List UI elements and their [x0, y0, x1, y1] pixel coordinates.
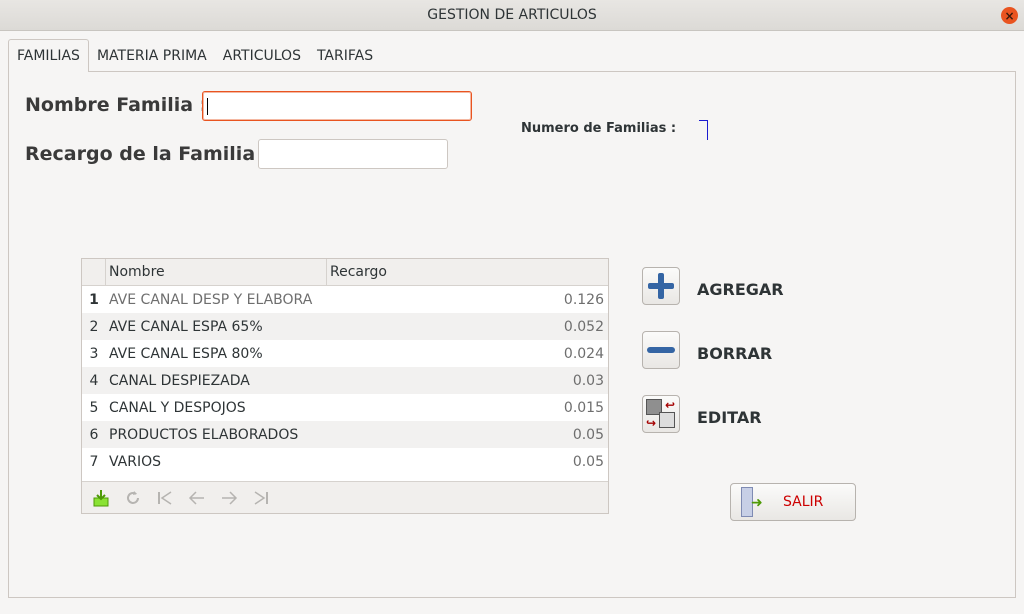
close-window-button[interactable]: × — [1001, 7, 1018, 24]
recargo-familia-input[interactable] — [258, 139, 448, 169]
minus-icon — [647, 347, 675, 353]
borrar-button[interactable] — [642, 331, 680, 369]
row-number: 5 — [89, 399, 99, 416]
last-record-icon[interactable] — [249, 486, 273, 510]
tab-bar: FAMILIAS MATERIA PRIMA ARTICULOS TARIFAS — [8, 39, 381, 72]
salir-label: SALIR — [783, 494, 824, 510]
numero-familias-label: Numero de Familias : — [521, 121, 677, 136]
cell-nombre[interactable]: CANAL DESPIEZADA — [106, 373, 327, 389]
cell-nombre[interactable]: AVE CANAL DESP Y ELABORA — [106, 292, 327, 308]
tab-articulos[interactable]: ARTICULOS — [215, 39, 309, 72]
title-bar: GESTION DE ARTICULOS × — [0, 0, 1024, 31]
cell-recargo[interactable]: 0.052 — [327, 319, 606, 335]
text-caret — [207, 98, 208, 115]
editar-button[interactable]: ↩ ↪ — [642, 395, 680, 433]
previous-record-icon[interactable] — [185, 486, 209, 510]
row-number: 1 — [89, 291, 99, 308]
tab-materia-prima[interactable]: MATERIA PRIMA — [89, 39, 215, 72]
cell-recargo[interactable]: 0.126 — [327, 292, 606, 308]
tab-familias[interactable]: FAMILIAS — [8, 39, 89, 72]
table-navigator — [82, 481, 608, 513]
table-row[interactable]: 7 VARIOS 0.05 — [82, 448, 608, 475]
agregar-label[interactable]: AGREGAR — [697, 280, 784, 299]
table-row[interactable]: 3 AVE CANAL ESPA 80% 0.024 — [82, 340, 608, 367]
plus-icon — [648, 273, 674, 299]
column-header-recargo[interactable]: Recargo — [327, 259, 608, 285]
cell-nombre[interactable]: PRODUCTOS ELABORADOS — [106, 427, 327, 443]
recargo-familia-label: Recargo de la Familia : — [25, 143, 270, 165]
editar-label[interactable]: EDITAR — [697, 408, 762, 427]
next-record-icon[interactable] — [217, 486, 241, 510]
table-row[interactable]: 4 CANAL DESPIEZADA 0.03 — [82, 367, 608, 394]
cell-recargo[interactable]: 0.05 — [327, 427, 606, 443]
tab-tarifas[interactable]: TARIFAS — [309, 39, 381, 72]
row-number: 3 — [89, 345, 99, 362]
first-record-icon[interactable] — [153, 486, 177, 510]
table-header: Nombre Recargo — [82, 259, 608, 286]
exit-door-icon: ➜ — [739, 486, 769, 518]
insert-row-icon[interactable] — [89, 486, 113, 510]
row-number: 4 — [89, 372, 99, 389]
borrar-label[interactable]: BORRAR — [697, 344, 772, 363]
row-number-header — [82, 259, 106, 285]
table-row[interactable]: 1 AVE CANAL DESP Y ELABORA 0.126 — [82, 286, 608, 313]
agregar-button[interactable] — [642, 267, 680, 305]
table-row[interactable]: 5 CANAL Y DESPOJOS 0.015 — [82, 394, 608, 421]
edit-icon: ↩ ↪ — [646, 398, 676, 430]
cell-recargo[interactable]: 0.024 — [327, 346, 606, 362]
cell-nombre[interactable]: VARIOS — [106, 454, 327, 470]
cell-recargo[interactable]: 0.05 — [327, 454, 606, 470]
cell-nombre[interactable]: AVE CANAL ESPA 80% — [106, 346, 327, 362]
nombre-familia-label: Nombre Familia : — [25, 94, 208, 116]
nombre-familia-input[interactable] — [202, 91, 472, 121]
row-number: 7 — [89, 453, 99, 470]
table-row[interactable]: 6 PRODUCTOS ELABORADOS 0.05 — [82, 421, 608, 448]
numero-familias-value — [698, 118, 710, 140]
cell-recargo[interactable]: 0.03 — [327, 373, 606, 389]
familias-table: Nombre Recargo 1 AVE CANAL DESP Y ELABOR… — [81, 258, 609, 514]
column-header-nombre[interactable]: Nombre — [106, 259, 327, 285]
row-number: 2 — [89, 318, 99, 335]
refresh-icon[interactable] — [121, 486, 145, 510]
salir-button[interactable]: ➜ SALIR — [730, 483, 856, 521]
cell-recargo[interactable]: 0.015 — [327, 400, 606, 416]
close-icon: × — [1004, 8, 1015, 23]
row-number: 6 — [89, 426, 99, 443]
table-row[interactable]: 2 AVE CANAL ESPA 65% 0.052 — [82, 313, 608, 340]
cell-nombre[interactable]: CANAL Y DESPOJOS — [106, 400, 327, 416]
cell-nombre[interactable]: AVE CANAL ESPA 65% — [106, 319, 327, 335]
window-title: GESTION DE ARTICULOS — [427, 7, 597, 23]
